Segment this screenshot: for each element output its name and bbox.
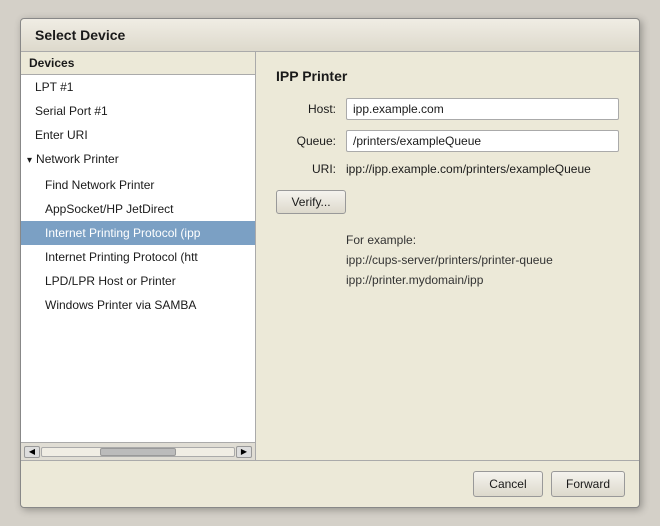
host-row: Host: xyxy=(276,98,619,120)
tree-item-find-network[interactable]: Find Network Printer xyxy=(21,173,255,197)
device-tree: LPT #1 Serial Port #1 Enter URI ▾Network… xyxy=(21,75,255,442)
tree-item-lpt1[interactable]: LPT #1 xyxy=(21,75,255,99)
tree-item-ipp-http[interactable]: Internet Printing Protocol (htt xyxy=(21,245,255,269)
tree-item-enter-uri[interactable]: Enter URI xyxy=(21,123,255,147)
dialog-body: Devices LPT #1 Serial Port #1 Enter URI … xyxy=(21,52,639,460)
ipp-printer-title: IPP Printer xyxy=(276,68,619,84)
queue-input[interactable] xyxy=(346,130,619,152)
left-panel: Devices LPT #1 Serial Port #1 Enter URI … xyxy=(21,52,256,460)
scrollbar-thumb[interactable] xyxy=(100,448,177,456)
right-panel: IPP Printer Host: Queue: URI: ipp://ipp.… xyxy=(256,52,639,460)
uri-row: URI: ipp://ipp.example.com/printers/exam… xyxy=(276,162,619,176)
tree-item-serial1[interactable]: Serial Port #1 xyxy=(21,99,255,123)
cancel-button[interactable]: Cancel xyxy=(473,471,543,497)
scroll-right-btn[interactable]: ▶ xyxy=(236,446,252,458)
dialog-footer: Cancel Forward xyxy=(21,460,639,507)
queue-label: Queue: xyxy=(276,134,336,148)
example-line1: ipp://cups-server/printers/printer-queue xyxy=(346,250,619,270)
tree-item-windows-samba[interactable]: Windows Printer via SAMBA xyxy=(21,293,255,317)
tree-item-lpd-lpr[interactable]: LPD/LPR Host or Printer xyxy=(21,269,255,293)
host-input[interactable] xyxy=(346,98,619,120)
dialog-title: Select Device xyxy=(21,19,639,52)
horizontal-scrollbar[interactable]: ◀ ▶ xyxy=(21,442,255,460)
queue-row: Queue: xyxy=(276,130,619,152)
verify-row: Verify... xyxy=(276,190,619,214)
verify-button[interactable]: Verify... xyxy=(276,190,346,214)
host-label: Host: xyxy=(276,102,336,116)
expand-triangle-icon: ▾ xyxy=(27,151,32,171)
example-section: For example: ipp://cups-server/printers/… xyxy=(276,230,619,290)
devices-header: Devices xyxy=(21,52,255,75)
example-line2: ipp://printer.mydomain/ipp xyxy=(346,270,619,290)
select-device-dialog: Select Device Devices LPT #1 Serial Port… xyxy=(20,18,640,508)
tree-item-ipp-ipp[interactable]: Internet Printing Protocol (ipp xyxy=(21,221,255,245)
uri-value: ipp://ipp.example.com/printers/exampleQu… xyxy=(346,162,591,176)
scroll-left-btn[interactable]: ◀ xyxy=(24,446,40,458)
scrollbar-track[interactable] xyxy=(41,447,235,457)
tree-item-appsocket[interactable]: AppSocket/HP JetDirect xyxy=(21,197,255,221)
uri-label: URI: xyxy=(276,162,336,176)
forward-button[interactable]: Forward xyxy=(551,471,625,497)
tree-item-network-printer[interactable]: ▾Network Printer xyxy=(21,147,255,173)
example-title: For example: xyxy=(346,230,619,250)
